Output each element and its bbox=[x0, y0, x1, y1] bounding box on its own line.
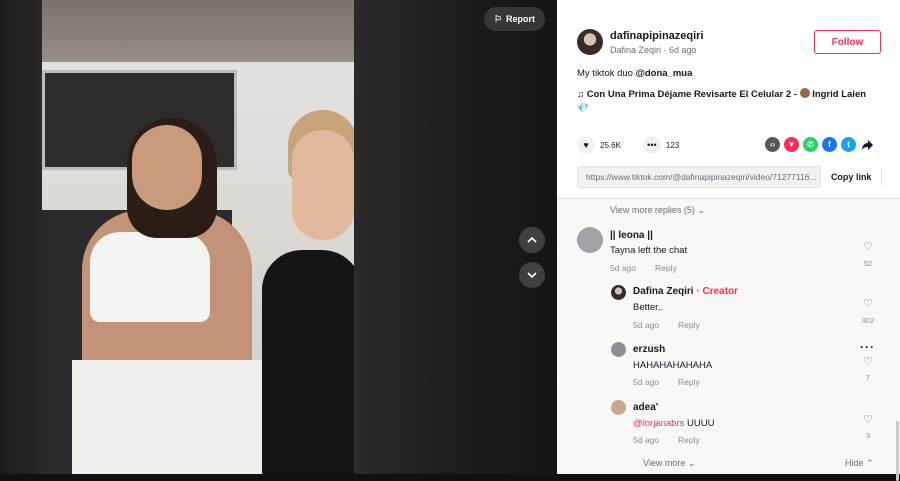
comment-button[interactable]: ••• bbox=[642, 136, 661, 154]
comment-avatar[interactable] bbox=[611, 342, 626, 357]
video-person-left-top bbox=[90, 232, 210, 322]
comment-heart-icon[interactable]: ♡ bbox=[858, 413, 878, 426]
video-link[interactable]: https://www.tiktok.com/@dafinapipinazeqi… bbox=[578, 172, 820, 182]
video-person-right-body bbox=[262, 250, 354, 474]
view-more-replies-button[interactable]: View more replies (5) ⌄ bbox=[610, 205, 705, 216]
reply-button[interactable]: Reply bbox=[678, 320, 700, 330]
comment-author-row: Dafina Zeqiri · Creator bbox=[633, 286, 738, 297]
like-button[interactable]: ♥ bbox=[577, 136, 595, 154]
post-header: dafinapipinazeqiri Dafina Zeqiri · 6d ag… bbox=[557, 0, 900, 198]
comment-age: 5d ago bbox=[633, 377, 659, 387]
view-more-label: View more bbox=[643, 458, 686, 468]
share-arrow-icon[interactable] bbox=[860, 137, 875, 152]
report-button[interactable]: ⚐ Report bbox=[484, 7, 545, 31]
comment-count: 123 bbox=[665, 140, 680, 150]
reply-button[interactable]: Reply bbox=[678, 435, 700, 445]
post-caption: My tiktok duo @dona_mua bbox=[577, 68, 692, 79]
view-more-button[interactable]: View more ⌄ bbox=[643, 458, 695, 469]
music-note-icon: ♫ bbox=[577, 89, 585, 100]
comment-like-count: 3 bbox=[865, 431, 871, 440]
music-artist: Ingrid Laien bbox=[812, 89, 867, 100]
report-label: Report bbox=[506, 14, 536, 24]
flag-icon: ⚐ bbox=[493, 13, 503, 24]
twitter-icon[interactable]: t bbox=[841, 137, 856, 152]
reply-button[interactable]: Reply bbox=[655, 263, 677, 273]
comment-author[interactable]: adea' bbox=[633, 402, 658, 413]
author-subline: Dafina Zeqiri · 6d ago bbox=[610, 45, 697, 55]
music-artist-avatar-icon bbox=[799, 88, 810, 98]
comment-text: HAHAHAHAHAHA bbox=[633, 360, 713, 371]
video-person-right-face bbox=[292, 130, 354, 240]
comment-text: Tayna left the chat bbox=[610, 245, 688, 256]
video-person-left-pants bbox=[72, 360, 262, 474]
engagement-stats: ♥ 25.6K ••• 123 bbox=[577, 136, 679, 154]
comment-heart-icon[interactable]: ♡ bbox=[858, 297, 878, 310]
comment-icon: ••• bbox=[647, 140, 657, 150]
chevron-up-icon bbox=[527, 236, 537, 243]
facebook-icon[interactable]: f bbox=[822, 137, 837, 152]
copy-link-bar: https://www.tiktok.com/@dafinapipinazeqi… bbox=[577, 166, 882, 188]
caption-mention[interactable]: @dona_mua bbox=[636, 68, 693, 79]
comment-mention[interactable]: @lorjanabrs bbox=[633, 418, 684, 429]
author-avatar[interactable] bbox=[577, 29, 603, 55]
comment-text: Better.. bbox=[633, 302, 664, 313]
details-panel: dafinapipinazeqiri Dafina Zeqiri · 6d ag… bbox=[557, 0, 900, 481]
embed-icon[interactable]: ‹› bbox=[765, 137, 780, 152]
music-link[interactable]: ♫ Con Una Prima Déjame Revisarte El Celu… bbox=[577, 88, 887, 116]
comment-heart-icon[interactable]: ♡ bbox=[858, 240, 878, 253]
heart-icon: ♥ bbox=[583, 140, 589, 150]
video-scene-ceiling bbox=[42, 0, 354, 62]
next-video-button[interactable] bbox=[519, 262, 545, 288]
diamond-icon: 💎 bbox=[577, 103, 589, 114]
hide-label: Hide bbox=[845, 458, 864, 468]
video-player[interactable] bbox=[42, 0, 354, 474]
comment-age: 5d ago bbox=[610, 263, 636, 273]
post-age: 6d ago bbox=[669, 45, 697, 55]
comment-age: 5d ago bbox=[633, 435, 659, 445]
more-options-icon[interactable]: ··· bbox=[860, 340, 875, 354]
comments-section: View more replies (5) ⌄ || leona || Tayn… bbox=[557, 198, 900, 481]
chevron-down-icon: ⌄ bbox=[687, 458, 696, 468]
video-stage: ⚐ Report bbox=[0, 0, 557, 474]
comment-text: UUUU bbox=[684, 418, 715, 429]
comment-author[interactable]: Dafina Zeqiri bbox=[633, 286, 694, 297]
chevron-down-icon bbox=[527, 272, 537, 279]
comment-author[interactable]: erzush bbox=[633, 344, 665, 355]
comment-like-count: 52 bbox=[863, 259, 873, 268]
comments-scrollbar[interactable] bbox=[896, 421, 899, 481]
comment-age: 5d ago bbox=[633, 320, 659, 330]
comment-text-row: @lorjanabrs UUUU bbox=[633, 418, 714, 429]
friends-share-icon[interactable]: ▼ bbox=[784, 137, 799, 152]
comment-avatar[interactable] bbox=[611, 400, 626, 415]
comment-avatar[interactable] bbox=[577, 227, 603, 253]
comment-like-count: 302 bbox=[861, 316, 875, 325]
author-username[interactable]: dafinapipinazeqiri bbox=[610, 30, 704, 42]
comment-author[interactable]: || leona || bbox=[610, 230, 653, 241]
copy-link-button[interactable]: Copy link bbox=[820, 166, 881, 188]
comment-avatar[interactable] bbox=[611, 285, 626, 300]
reply-button[interactable]: Reply bbox=[678, 377, 700, 387]
music-title: Con Una Prima Déjame Revisarte El Celula… bbox=[586, 89, 800, 100]
whatsapp-icon[interactable]: ✆ bbox=[803, 137, 818, 152]
hide-replies-button[interactable]: Hide ⌃ bbox=[845, 458, 874, 469]
follow-button[interactable]: Follow bbox=[814, 30, 881, 54]
video-blur-left bbox=[0, 0, 42, 474]
caption-text: My tiktok duo bbox=[577, 68, 636, 79]
comment-heart-icon[interactable]: ♡ bbox=[858, 355, 878, 368]
creator-badge: Creator bbox=[702, 286, 739, 297]
video-person-left-face bbox=[132, 125, 202, 210]
share-icons: ‹› ▼ ✆ f t bbox=[765, 137, 875, 152]
comment-like-count: 7 bbox=[865, 373, 871, 382]
chevron-up-icon: ⌃ bbox=[866, 458, 874, 468]
like-count: 25.6K bbox=[600, 140, 621, 150]
view-more-replies-label: View more replies (5) bbox=[610, 205, 695, 215]
previous-video-button[interactable] bbox=[519, 227, 545, 253]
author-display-name: Dafina Zeqiri bbox=[610, 45, 662, 55]
chevron-down-icon: ⌄ bbox=[697, 205, 705, 215]
